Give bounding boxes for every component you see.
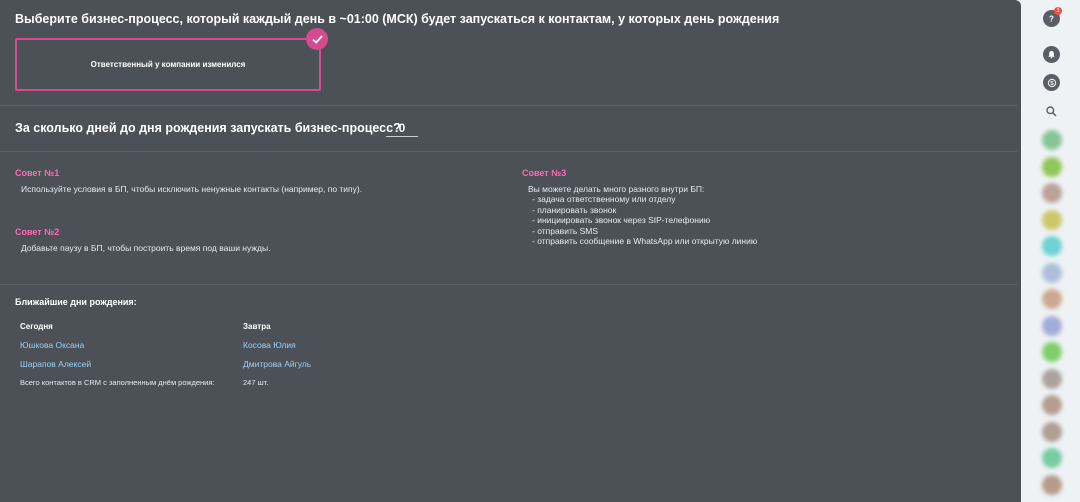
avatar[interactable]: [1042, 289, 1062, 309]
page-title: Выберите бизнес-процесс, который каждый …: [15, 12, 780, 26]
check-icon: [306, 28, 328, 50]
avatar[interactable]: [1042, 183, 1062, 203]
divider: [0, 284, 1017, 285]
tomorrow-contact-link[interactable]: Косова Юлия: [243, 340, 296, 350]
avatar[interactable]: [1042, 315, 1062, 336]
avatar[interactable]: [1042, 130, 1062, 150]
notification-badge: 1: [1054, 7, 1062, 15]
days-before-input[interactable]: 0: [386, 120, 418, 137]
main-panel: Выберите бизнес-процесс, который каждый …: [0, 0, 1021, 502]
tomorrow-contact-link[interactable]: Дмитрова Айгуль: [243, 359, 311, 369]
avatar[interactable]: [1042, 448, 1062, 468]
avatar[interactable]: [1042, 156, 1062, 177]
tip1-text: Используйте условия в БП, чтобы исключит…: [21, 184, 363, 194]
tomorrow-header: Завтра: [243, 322, 271, 331]
business-process-label: Ответственный у компании изменился: [90, 60, 246, 69]
tip3-line: - инициировать звонок через SIP-телефони…: [532, 215, 711, 226]
skype-icon[interactable]: S: [1043, 74, 1060, 91]
total-contacts-value: 247 шт.: [243, 378, 269, 387]
divider: [0, 151, 1017, 152]
tip2-title: Совет №2: [15, 227, 60, 237]
today-contact-link[interactable]: Шарапов Алексей: [20, 359, 91, 369]
avatar[interactable]: [1042, 262, 1062, 283]
today-header: Сегодня: [20, 322, 53, 331]
avatar[interactable]: [1042, 209, 1062, 230]
days-before-label: За сколько дней до дня рождения запускат…: [15, 121, 401, 135]
divider: [0, 105, 1017, 106]
tip3-list: Вы можете делать много разного внутри БП…: [528, 184, 757, 246]
avatar[interactable]: [1042, 474, 1062, 495]
avatar[interactable]: [1042, 342, 1062, 362]
tip3-line: - планировать звонок: [532, 204, 617, 215]
search-icon[interactable]: [1045, 105, 1058, 118]
avatar[interactable]: [1042, 421, 1062, 442]
bell-icon[interactable]: [1043, 46, 1060, 63]
avatar[interactable]: [1042, 368, 1062, 389]
avatar[interactable]: [1042, 236, 1062, 256]
svg-text:S: S: [1050, 81, 1054, 87]
today-contact-link[interactable]: Юшкова Оксана: [20, 340, 84, 350]
tip3-title: Совет №3: [522, 168, 567, 178]
tip3-line: - отправить SMS: [532, 225, 599, 236]
tip1-title: Совет №1: [15, 168, 60, 178]
avatar[interactable]: [1042, 395, 1062, 415]
birthdays-title: Ближайшие дни рождения:: [15, 297, 137, 307]
total-contacts-label: Всего контактов в CRM с заполненным днём…: [20, 378, 215, 387]
tip3-line: - отправить сообщение в WhatsApp или отк…: [532, 236, 758, 247]
tip3-line: Вы можете делать много разного внутри БП…: [528, 184, 705, 194]
business-process-card[interactable]: Ответственный у компании изменился: [15, 38, 321, 91]
tip2-text: Добавьте паузу в БП, чтобы построить вре…: [21, 243, 271, 253]
tip3-line: - задача ответственному или отделу: [532, 194, 676, 205]
svg-text:?: ?: [1049, 15, 1054, 24]
